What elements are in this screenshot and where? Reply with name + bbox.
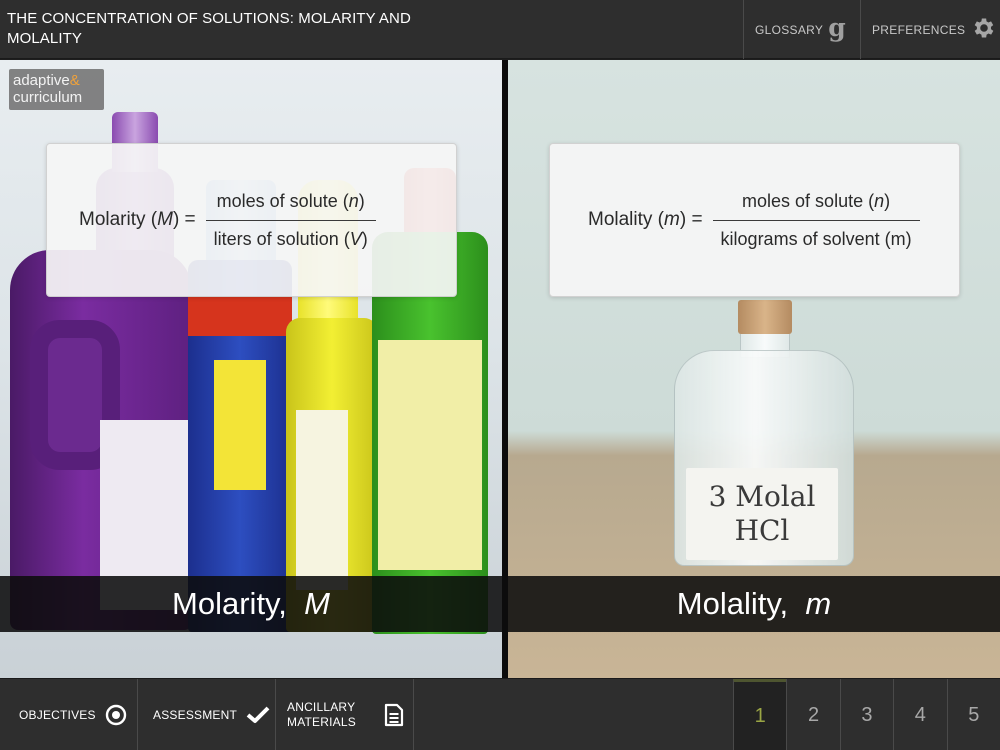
bottom-bar: OBJECTIVES ASSESSMENT ANCILLARY MATERIAL… [0,678,1000,750]
target-icon [105,704,127,726]
preferences-button[interactable]: PREFERENCES [860,0,1000,59]
page-title: THE CONCENTRATION OF SOLUTIONS: MOLARITY… [7,10,411,47]
checkmark-icon [246,705,270,725]
preferences-label: PREFERENCES [872,22,966,37]
molarity-fraction: moles of solute (n) liters of solution (… [205,190,376,250]
gear-icon [971,15,997,44]
top-bar: THE CONCENTRATION OF SOLUTIONS: MOLARITY… [0,0,1000,59]
molarity-caption: Molarity, M [0,576,502,632]
page-5-button[interactable]: 5 [946,679,1000,750]
page-3-button[interactable]: 3 [839,679,893,750]
page-navigation: 1 2 3 4 5 [733,679,1000,750]
molality-fraction: moles of solute (n) kilograms of solvent… [712,190,920,250]
molality-denominator: kilograms of solvent (m) [712,219,920,250]
glossary-g-icon: g [828,13,846,42]
molarity-formula-card: Molarity (M) = moles of solute (n) liter… [46,143,457,297]
molality-numerator: moles of solute (n) [742,190,891,211]
molality-formula-card: Molality (m) = moles of solute (n) kilog… [549,143,960,297]
glossary-button[interactable]: GLOSSARY g [743,0,860,59]
molality-caption: Molality, m [508,576,1000,632]
glossary-label: GLOSSARY [755,22,824,37]
objectives-label: OBJECTIVES [19,708,96,722]
ancillary-materials-button[interactable]: ANCILLARY MATERIALS [276,679,414,750]
molality-formula-lhs: Molality (m) = [588,209,703,230]
adaptive-curriculum-logo: adaptive& curriculum [9,69,104,110]
assessment-button[interactable]: ASSESSMENT [138,679,276,750]
blue-bottle-label [214,360,266,490]
assessment-label: ASSESSMENT [153,708,238,722]
document-icon [384,703,404,727]
page-4-button[interactable]: 4 [893,679,946,750]
content-stage: Molarity (M) = moles of solute (n) liter… [0,60,1000,678]
green-bottle-label [378,340,482,570]
yellow-bottle-label [296,410,348,590]
page-2-button[interactable]: 2 [786,679,839,750]
objectives-button[interactable]: OBJECTIVES [0,679,138,750]
ancillary-label: ANCILLARY MATERIALS [287,700,356,729]
molarity-formula-lhs: Molarity (M) = [79,209,196,230]
molality-panel: 3 Molal HCl Molality (m) = moles of solu… [508,60,1000,678]
molarity-panel: Molarity (M) = moles of solute (n) liter… [0,60,502,678]
flask-cork [738,300,792,334]
molarity-numerator: moles of solute (n) [216,190,365,211]
page-1-button[interactable]: 1 [733,679,787,750]
flask-label: 3 Molal HCl [686,468,838,560]
molarity-denominator: liters of solution (V) [205,219,376,250]
blue-bottle-red-band [188,296,292,336]
